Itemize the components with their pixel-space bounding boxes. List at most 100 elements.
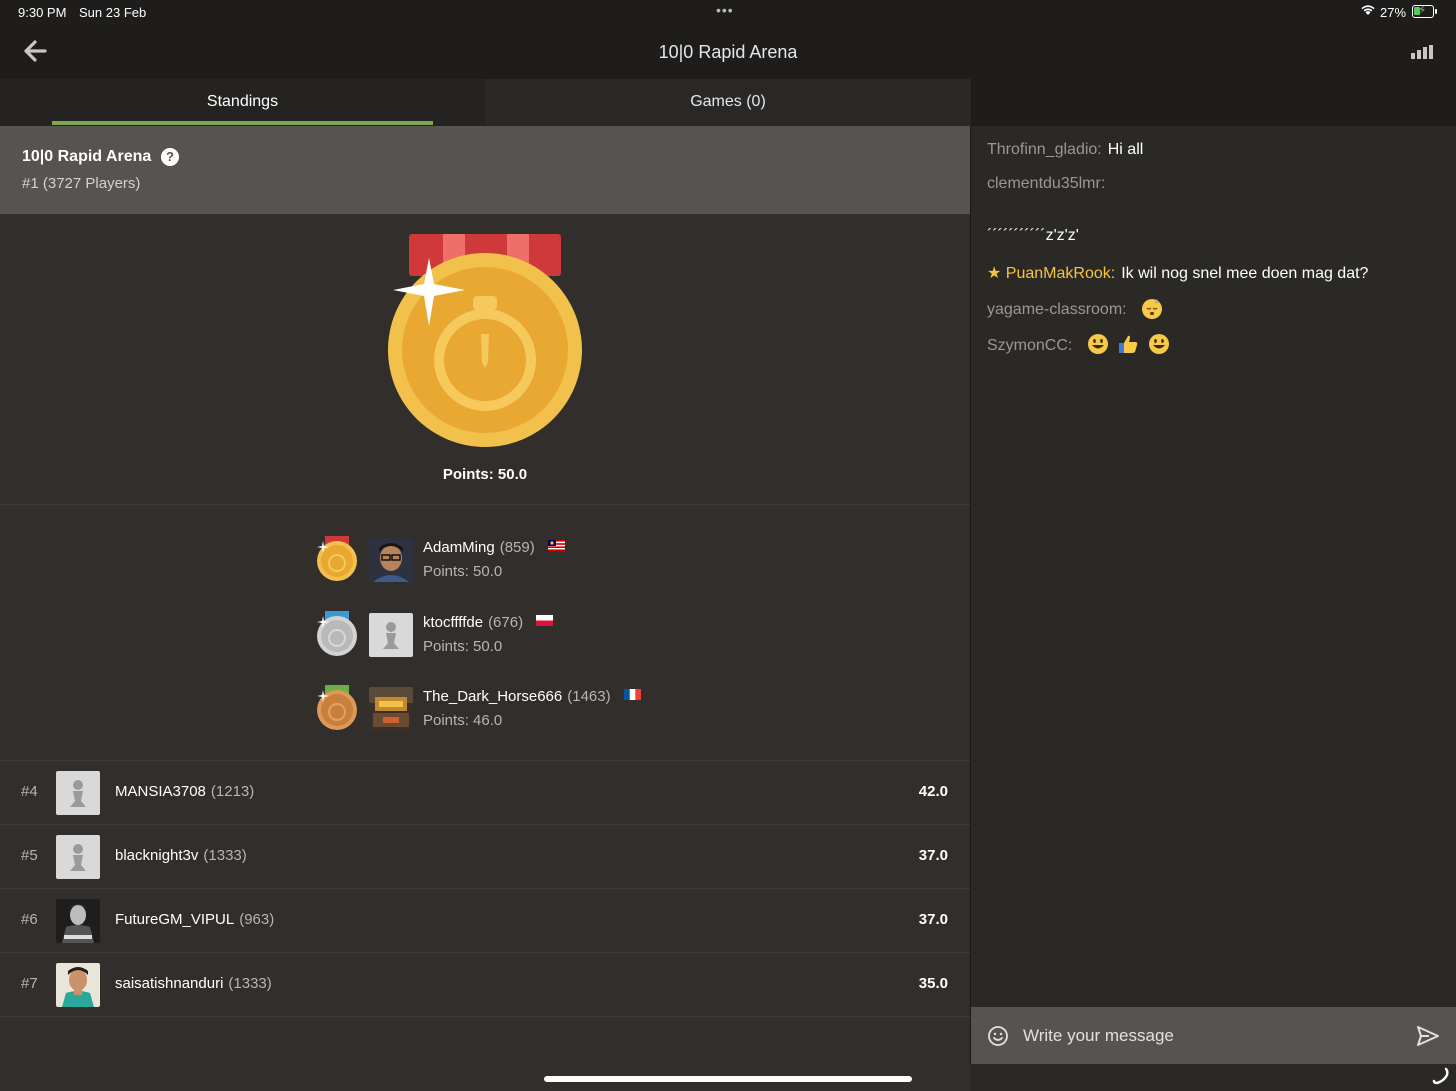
player-name: saisatishnanduri (1333)	[115, 975, 272, 992]
star-icon: ★	[987, 265, 1002, 282]
status-time: 9:30 PM	[18, 5, 67, 20]
status-date: Sun 23 Feb	[79, 5, 147, 20]
arena-header: 10|0 Rapid Arena ? #1 (3727 Players)	[0, 126, 970, 214]
signal-bars-icon[interactable]	[1411, 45, 1433, 59]
avatar[interactable]	[56, 899, 100, 943]
help-icon[interactable]: ?	[161, 148, 179, 166]
battery-icon: ⚡	[1412, 3, 1434, 18]
smiley-face-icon	[1148, 334, 1169, 354]
chat-author[interactable]: Throfinn_gladio:	[987, 141, 1102, 158]
wifi-icon	[1361, 5, 1375, 15]
player-points: Points: 50.0	[423, 638, 503, 655]
player-points: Points: 46.0	[423, 712, 503, 729]
chat-message: ´´´´´´´´´´´z'z'z'	[987, 227, 1079, 245]
chat-author[interactable]: PuanMakRook:	[1006, 265, 1115, 282]
chat-text: Ik wil nog snel mee doen mag dat?	[1121, 265, 1369, 282]
chat-author[interactable]: clementdu35lmr:	[987, 175, 1105, 192]
malaysia-flag-icon	[547, 540, 565, 551]
status-bar: 9:30 PM Sun 23 Feb ••• 27% ⚡	[0, 0, 1456, 26]
avatar[interactable]	[369, 687, 413, 731]
winner-points: Points: 50.0	[442, 466, 528, 483]
standings-row[interactable]: #7 saisatishnanduri (1333) 35.0	[0, 953, 970, 1017]
poland-flag-icon	[536, 615, 554, 626]
username[interactable]: The_Dark_Horse666	[423, 688, 562, 705]
bronze-medal-icon	[317, 685, 357, 730]
chat-author[interactable]: yagame-classroom:	[987, 301, 1127, 318]
username[interactable]: saisatishnanduri	[115, 975, 223, 992]
chat-message: yagame-classroom: z	[987, 297, 1163, 319]
rating: (859)	[499, 539, 535, 556]
chat-message-input[interactable]	[1023, 1017, 1393, 1055]
chat-author[interactable]: SzymonCC:	[987, 337, 1072, 354]
battery-tip	[1435, 9, 1437, 14]
default-pawn-avatar[interactable]	[56, 835, 100, 879]
home-indicator[interactable]	[544, 1076, 912, 1082]
svg-text:z: z	[1155, 298, 1158, 305]
player-name: blacknight3v (1333)	[115, 847, 247, 864]
player-points: Points: 50.0	[423, 563, 503, 580]
rating: (1333)	[203, 847, 247, 864]
default-pawn-avatar[interactable]	[369, 613, 413, 657]
rank-number: #5	[21, 847, 38, 864]
thumbs-up-icon	[1119, 335, 1138, 353]
active-tab-indicator	[52, 121, 433, 125]
divider	[0, 504, 970, 505]
podium-row-third[interactable]: The_Dark_Horse666 (1463) Points: 46.0	[316, 685, 716, 735]
standings-panel: 10|0 Rapid Arena ? #1 (3727 Players) Poi…	[0, 126, 970, 1091]
sleeping-face-icon: z	[1142, 298, 1163, 319]
send-icon[interactable]	[1416, 1025, 1440, 1047]
rank-number: #7	[21, 975, 38, 992]
rating: (1463)	[567, 688, 611, 705]
username[interactable]: ktocffffde	[423, 614, 483, 631]
player-name: MANSIA3708 (1213)	[115, 783, 254, 800]
tab-bar: Standings Games (0)	[0, 79, 1456, 126]
chat-message: ★ PuanMakRook: Ik wil nog snel mee doen m…	[987, 263, 1368, 283]
gold-medal-icon	[388, 234, 582, 447]
tab-games[interactable]: Games (0)	[485, 79, 971, 126]
rating: (1213)	[210, 783, 255, 800]
rating: (963)	[239, 911, 275, 928]
chat-text: Hi all	[1107, 141, 1144, 158]
tab-standings[interactable]: Standings	[0, 79, 485, 126]
rank-number: #4	[21, 783, 38, 800]
player-score: 42.0	[918, 783, 948, 800]
multitask-dots[interactable]: •••	[716, 2, 734, 18]
rank-number: #6	[21, 911, 38, 928]
chat-text: ´´´´´´´´´´´z'z'z'	[987, 227, 1079, 244]
emoji-picker-icon[interactable]	[987, 1025, 1009, 1047]
avatar[interactable]	[369, 538, 413, 582]
default-pawn-avatar[interactable]	[56, 771, 100, 815]
chat-message: Throfinn_gladio: Hi all	[987, 141, 1143, 159]
player-score: 35.0	[918, 975, 948, 992]
player-score: 37.0	[918, 847, 948, 864]
arena-rank: #1 (3727 Players)	[22, 175, 141, 192]
standings-row[interactable]: #4 MANSIA3708 (1213) 42.0	[0, 761, 970, 825]
gold-medal-icon	[317, 536, 357, 581]
username[interactable]: FutureGM_VIPUL	[115, 911, 234, 928]
arena-name: 10|0 Rapid Arena	[22, 148, 152, 165]
nav-bar: 10|0 Rapid Arena	[0, 26, 1456, 79]
chat-message: SzymonCC:	[987, 333, 1170, 355]
chat-composer	[971, 1007, 1456, 1064]
player-name: The_Dark_Horse666 (1463)	[423, 688, 641, 705]
standings-row[interactable]: #5 blacknight3v (1333) 37.0	[0, 825, 970, 889]
rating: (676)	[488, 614, 524, 631]
podium-row-first[interactable]: AdamMing (859) Points: 50.0	[316, 536, 716, 586]
silver-medal-icon	[317, 611, 357, 656]
battery-percent: 27%	[1380, 5, 1407, 20]
rating: (1333)	[228, 975, 272, 992]
standings-row[interactable]: #6 FutureGM_VIPUL (963) 37.0	[0, 889, 970, 953]
username[interactable]: AdamMing	[423, 539, 495, 556]
smiley-face-icon	[1087, 334, 1108, 354]
chat-message: clementdu35lmr:	[987, 175, 1111, 193]
podium-row-second[interactable]: ktocffffde (676) Points: 50.0	[316, 611, 716, 661]
chat-panel: Throfinn_gladio: Hi all clementdu35lmr: ´…	[970, 126, 1456, 1064]
page-title: 10|0 Rapid Arena	[658, 42, 798, 62]
player-name: FutureGM_VIPUL (963)	[115, 911, 274, 928]
username[interactable]: blacknight3v	[115, 847, 198, 864]
player-name: AdamMing (859)	[423, 539, 565, 556]
player-name: ktocffffde (676)	[423, 614, 554, 631]
france-flag-icon	[623, 689, 641, 700]
username[interactable]: MANSIA3708	[115, 783, 206, 800]
avatar[interactable]	[56, 963, 100, 1007]
